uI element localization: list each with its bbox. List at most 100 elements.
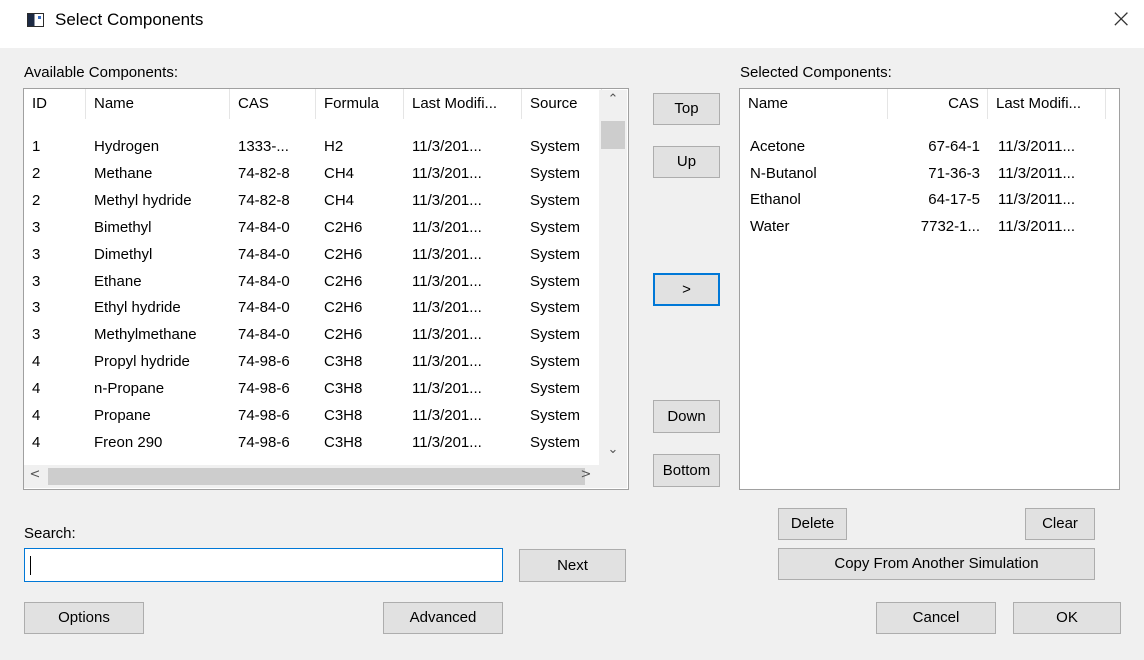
table-cell: 71-36-3 [928, 164, 980, 182]
table-cell: System [530, 191, 581, 209]
column-header[interactable]: Last Modifi... [404, 89, 522, 119]
search-input[interactable] [24, 548, 503, 582]
column-header[interactable]: ID [24, 89, 86, 119]
table-row[interactable]: 2 Methane 74-82-8 CH4 11/3/201... System [24, 163, 600, 185]
table-cell: 3 [32, 299, 41, 317]
scroll-left-icon[interactable]: < [24, 467, 46, 485]
table-cell: C3H8 [324, 433, 363, 451]
table-cell: Ethanol [750, 191, 801, 209]
column-header[interactable]: Formula [316, 89, 404, 119]
table-row[interactable]: 4 Propane 74-98-6 C3H8 11/3/201... System [24, 405, 600, 427]
table-row[interactable]: 3 Ethyl hydride 74-84-0 C2H6 11/3/201... Syst… [24, 297, 600, 319]
table-row[interactable]: 3 Ethane 74-84-0 C2H6 11/3/201... System [24, 271, 600, 293]
table-row[interactable]: N-Butanol 71-36-3 11/3/2011... [740, 163, 1119, 185]
table-cell: CH4 [324, 191, 355, 209]
next-button[interactable]: Next [519, 549, 626, 582]
ok-button[interactable]: OK [1013, 602, 1121, 634]
scroll-thumb-horizontal[interactable] [48, 468, 585, 485]
scroll-corner [599, 465, 627, 488]
app-icon [27, 13, 44, 27]
scroll-right-icon[interactable]: > [575, 467, 597, 485]
table-row[interactable]: Acetone 67-64-1 11/3/2011... [740, 136, 1119, 158]
table-row[interactable]: 3 Bimethyl 74-84-0 C2H6 11/3/201... System [24, 217, 600, 239]
scroll-up-icon[interactable]: ⌃ [599, 92, 627, 114]
selected-components-label: Selected Components: [740, 64, 892, 81]
table-cell: 1333-... [238, 138, 289, 155]
table-cell: 11/3/201... [412, 272, 482, 290]
column-header[interactable]: Name [86, 89, 230, 119]
table-cell: System [530, 218, 581, 236]
table-cell: System [530, 433, 581, 451]
table-row[interactable]: 3 Dimethyl 74-84-0 C2H6 11/3/201... System [24, 244, 600, 266]
close-icon[interactable]: × [1110, 6, 1132, 32]
scroll-down-icon[interactable]: ⌄ [599, 442, 627, 464]
move-top-button[interactable]: Top [653, 93, 720, 125]
table-cell: System [530, 164, 581, 182]
table-cell: C3H8 [324, 380, 363, 398]
table-cell: C2H6 [324, 326, 363, 344]
table-cell: 11/3/201... [412, 299, 482, 317]
move-down-button[interactable]: Down [653, 400, 720, 433]
advanced-button[interactable]: Advanced [383, 602, 503, 634]
clear-button[interactable]: Clear [1025, 508, 1095, 540]
scroll-thumb[interactable] [601, 121, 625, 149]
title-bar: Select Components × [0, 0, 1144, 48]
available-vertical-scrollbar[interactable]: ⌃ ⌄ [599, 90, 627, 465]
table-cell: System [530, 380, 581, 398]
column-header[interactable]: CAS [888, 89, 988, 119]
table-cell: C3H8 [324, 353, 363, 371]
table-row[interactable]: 4 Propyl hydride 74-98-6 C3H8 11/3/201... Sys… [24, 351, 600, 373]
table-cell: 2 [32, 164, 41, 182]
table-cell: N-Butanol [750, 164, 817, 182]
table-cell: System [530, 272, 581, 290]
table-cell: 74-84-0 [238, 299, 290, 317]
add-component-button[interactable]: > [653, 273, 720, 306]
table-row[interactable]: Water 7732-1... 11/3/2011... [740, 216, 1119, 238]
move-up-button[interactable]: Up [653, 146, 720, 178]
cancel-button[interactable]: Cancel [876, 602, 996, 634]
table-cell: 4 [32, 407, 41, 424]
table-cell: 3 [32, 272, 41, 290]
table-cell: System [530, 407, 581, 424]
table-row[interactable]: 3 Methylmethane 74-84-0 C2H6 11/3/201... Syst… [24, 324, 600, 346]
table-cell: 74-84-0 [238, 245, 290, 263]
table-cell: Acetone [750, 138, 806, 155]
table-cell: 3 [32, 245, 41, 263]
table-cell: 11/3/201... [412, 245, 482, 263]
table-cell: Methane [94, 164, 153, 182]
table-row[interactable]: 2 Methyl hydride 74-82-8 CH4 11/3/201... Syst… [24, 190, 600, 212]
available-components-list[interactable]: ID Name CAS Formula Last Modifi... Source 1 Hyd… [23, 88, 629, 490]
copy-from-simulation-button[interactable]: Copy From Another Simulation [778, 548, 1095, 580]
selected-components-list[interactable]: Name CAS Last Modifi... Acetone 67-64-1 11/3/… [739, 88, 1120, 490]
table-cell: System [530, 138, 581, 155]
table-cell: 64-17-5 [928, 191, 980, 209]
column-header[interactable]: Source [522, 89, 602, 119]
table-cell: 74-98-6 [238, 407, 290, 424]
table-cell: 7732-1... [920, 218, 980, 236]
column-header[interactable]: Name [740, 89, 888, 119]
move-bottom-button[interactable]: Bottom [653, 454, 720, 487]
table-cell: 74-82-8 [238, 191, 290, 209]
table-cell: System [530, 326, 581, 344]
table-cell: 11/3/201... [412, 191, 482, 209]
table-row[interactable]: 4 Freon 290 74-98-6 C3H8 11/3/201... System [24, 432, 600, 454]
table-cell: Dimethyl [94, 245, 153, 263]
table-cell: 11/3/201... [412, 433, 482, 451]
table-cell: 11/3/2011... [998, 218, 1076, 236]
table-row[interactable]: Ethanol 64-17-5 11/3/2011... [740, 189, 1119, 211]
table-cell: Water [750, 218, 790, 236]
table-cell: C2H6 [324, 299, 363, 317]
options-button[interactable]: Options [24, 602, 144, 634]
table-cell: Methyl hydride [94, 191, 192, 209]
column-header[interactable]: Last Modifi... [988, 89, 1106, 119]
table-cell: System [530, 245, 581, 263]
search-label: Search: [24, 525, 76, 542]
table-row[interactable]: 4 n-Propane 74-98-6 C3H8 11/3/201... System [24, 378, 600, 400]
table-row[interactable]: 1 Hydrogen 1333-... H2 11/3/201... System [24, 136, 600, 158]
available-horizontal-scrollbar[interactable]: < > [24, 465, 599, 488]
table-cell: C2H6 [324, 218, 363, 236]
table-cell: 3 [32, 326, 41, 344]
column-header[interactable]: CAS [230, 89, 316, 119]
delete-button[interactable]: Delete [778, 508, 847, 540]
table-cell: 11/3/201... [412, 164, 482, 182]
